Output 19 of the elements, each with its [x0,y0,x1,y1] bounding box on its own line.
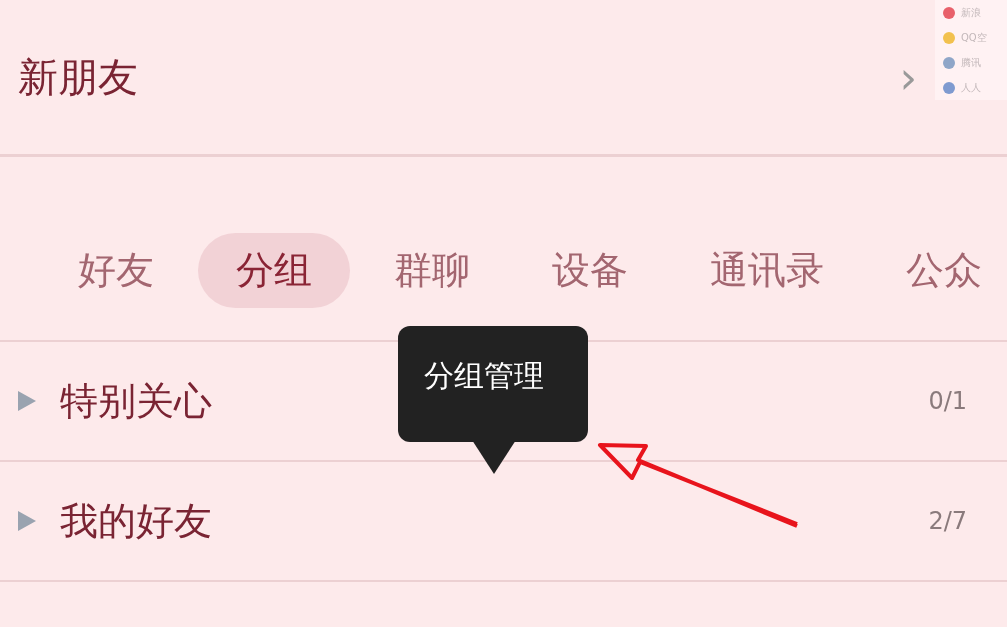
share-icon[interactable] [943,81,955,94]
share-icon[interactable] [943,31,955,44]
tab[interactable]: 设备 [514,233,666,308]
tab[interactable]: 公众 [868,233,1007,308]
group-name: 我的好友 [60,497,212,545]
tab[interactable]: 通讯录 [672,233,862,308]
tab[interactable]: 好友 [40,233,192,308]
share-icon[interactable] [943,56,955,69]
header-title: 新朋友 [18,52,138,102]
group-row[interactable]: 我的好友 2/7 [0,462,1007,582]
group-name: 特别关心 [60,377,212,425]
chevron-icon[interactable]: › [899,51,917,103]
tab[interactable]: 分组 [198,233,350,308]
tooltip-pointer [472,440,516,474]
group-count: 2/7 [928,507,967,535]
tab[interactable]: 群聊 [356,233,508,308]
tooltip[interactable]: 分组管理 [398,326,588,442]
group-count: 0/1 [928,387,967,415]
share-icon[interactable] [943,6,955,19]
